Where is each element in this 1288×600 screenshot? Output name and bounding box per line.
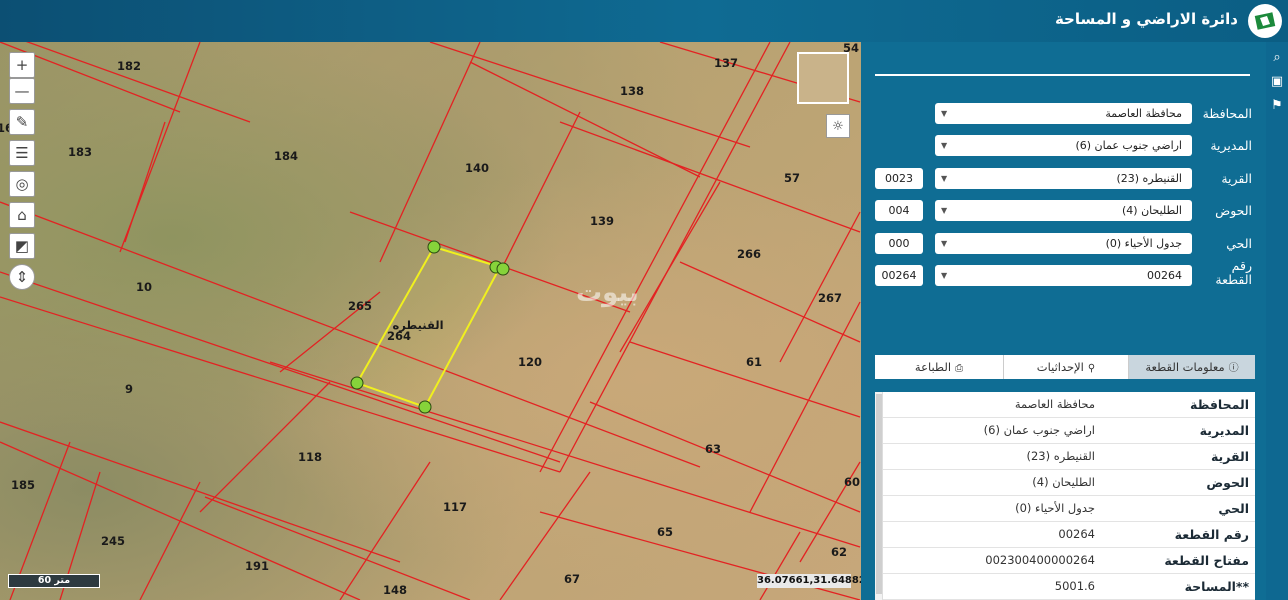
parcel-label: 148 [383,583,407,597]
basin-select[interactable]: ▼ الطليحان (4) [935,200,1192,221]
coordinates-readout: 36.07661,31.64882 [757,574,861,588]
info-row: المحافظة محافظة العاصمة [883,392,1255,418]
parcel-label: 140 [465,161,489,175]
chart-icon[interactable]: ◩ [9,233,35,259]
governorate-select[interactable]: ▼ محافظة العاصمة [935,103,1192,124]
search-icon[interactable]: ⌕ [1266,45,1288,69]
parcel-label: 138 [620,84,644,98]
watermark: بيوت [576,278,639,308]
parcel-label: 191 [245,559,269,573]
parcel-select[interactable]: ▼ 00264 [935,265,1192,286]
parcel-label: 117 [443,500,467,514]
parcel-label: 182 [117,59,141,73]
side-panel: ▼ محافظة العاصمة المحافظة ▼ اراضي جنوب عما… [861,42,1266,600]
parcel-label: 183 [68,145,92,159]
parcel-label: 137 [714,56,738,70]
info-row: الحوض الطليحان (4) [883,470,1255,496]
dropdown-arrow-icon: ▼ [941,109,948,118]
directorate-row: ▼ اراضي جنوب عمان (6) المديرية [861,135,1266,157]
village-select[interactable]: ▼ القنيطره (23) [935,168,1192,189]
printer-icon: ⎙ [955,363,964,374]
location-pin-icon[interactable]: ⚑ [1266,93,1288,117]
village-code-field[interactable]: 0023 [875,168,923,189]
dropdown-arrow-icon: ▼ [941,141,948,150]
info-row: رقم القطعة 00264 [883,522,1255,548]
pencil-icon[interactable]: ✎ [9,109,35,135]
dropdown-arrow-icon: ▼ [941,271,948,280]
district-label: الحي [1226,236,1252,251]
parcel-code-field[interactable]: 00264 [875,265,923,286]
district-row: 000 ▼ جدول الأحياء (0) الحي [861,233,1266,255]
map-layers-icon[interactable]: ▣ [1266,69,1288,93]
parcel-label: 9 [125,382,133,396]
compass-icon[interactable]: ⇕ [9,264,35,290]
person-pin-icon: ⚲ [1087,363,1096,374]
home-icon[interactable]: ⌂ [9,202,35,228]
info-row: مفتاح القطعة 002300400000264 [883,548,1255,574]
parcel-label: 63 [705,442,721,456]
dropdown-arrow-icon: ▼ [941,174,948,183]
directorate-label: المديرية [1210,138,1252,153]
district-code-field[interactable]: 000 [875,233,923,254]
side-icon-strip: ⌕ ▣ ⚑ [1266,42,1288,600]
info-icon: ⓘ [1228,363,1239,374]
locate-icon[interactable]: ◎ [9,171,35,197]
parcel-label: 267 [818,291,842,305]
parcel-label: 265 [348,299,372,313]
parcel-label: 118 [298,450,322,464]
parcel-label: 60 [844,475,860,489]
directorate-select[interactable]: ▼ اراضي جنوب عمان (6) [935,135,1192,156]
scale-bar: 60 متر [8,574,100,588]
parcel-info-table: المحافظة محافظة العاصمة المديرية اراضي جنو… [875,392,1255,600]
app-header: دائرة الاراضي و المساحة [0,0,1288,42]
tab-coordinates[interactable]: ⚲الإحداثيات [1003,355,1129,379]
village-row: 0023 ▼ القنيطره (23) القرية [861,168,1266,190]
sun-icon[interactable]: ☼ [826,114,850,138]
map-view[interactable]: 182 137 138 54 183 184 140 57 139 266 10… [0,42,861,600]
scrollbar-thumb[interactable] [876,394,882,594]
panel-divider [875,74,1250,76]
parcel-label: 67 [564,572,580,586]
parcel-label: 245 [101,534,125,548]
tab-parcel-info[interactable]: ⓘمعلومات القطعة [1129,355,1255,379]
parcel-label: 62 [831,545,847,559]
governorate-row: ▼ محافظة العاصمة المحافظة [861,103,1266,125]
dropdown-arrow-icon: ▼ [941,239,948,248]
app-title: دائرة الاراضي و المساحة [1054,10,1238,28]
info-row: الحي جدول الأحياء (0) [883,496,1255,522]
scrollbar[interactable] [875,392,883,600]
map-toolbar: + — ✎ ☰ ◎ ⌂ ◩ ⇕ [9,52,35,295]
parcel-label: 266 [737,247,761,261]
info-tabs: ⓘمعلومات القطعة ⚲الإحداثيات ⎙الطباعة [875,355,1255,379]
basemap-thumbnail[interactable] [797,52,849,104]
info-row: **المساحة 5001.6 [883,574,1255,600]
dropdown-arrow-icon: ▼ [941,206,948,215]
basin-row: 004 ▼ الطليحان (4) الحوض [861,200,1266,222]
parcel-lines-layer: 182 137 138 54 183 184 140 57 139 266 10… [0,42,861,600]
dls-logo-icon[interactable] [1248,4,1282,38]
info-row: المديرية اراضي جنوب عمان (6) [883,418,1255,444]
governorate-label: المحافظة [1202,106,1252,121]
basin-code-field[interactable]: 004 [875,200,923,221]
parcel-label: 61 [746,355,762,369]
district-select[interactable]: ▼ جدول الأحياء (0) [935,233,1192,254]
parcel-label: 139 [590,214,614,228]
parcel-row: 00264 ▼ 00264 رقم القطعة [861,259,1266,287]
parcel-label: 185 [11,478,35,492]
measure-icon[interactable]: ☰ [9,140,35,166]
parcel-label: 120 [518,355,542,369]
basin-label: الحوض [1215,203,1252,218]
tab-print[interactable]: ⎙الطباعة [875,355,1003,379]
parcel-label: 57 [784,171,800,185]
parcel-label: 65 [657,525,673,539]
village-label: القرية [1221,171,1252,186]
zoom-in-button[interactable]: + [9,52,35,78]
info-row: القرية القنيطره (23) [883,444,1255,470]
parcel-label: 10 [136,280,152,294]
selected-parcel-name: القنيطره [392,318,443,332]
zoom-out-button[interactable]: — [9,78,35,104]
parcel-label: رقم القطعة [1215,258,1252,287]
parcel-label: 184 [274,149,298,163]
